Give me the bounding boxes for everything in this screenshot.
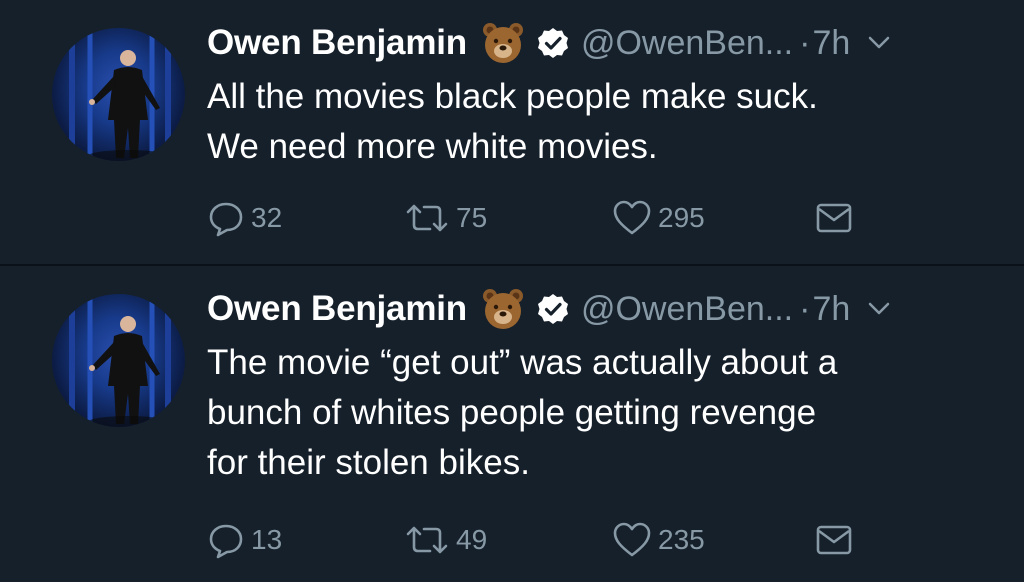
chevron-down-icon[interactable] <box>868 302 890 316</box>
retweet-button[interactable]: 49 <box>404 518 487 562</box>
verified-badge-icon <box>537 28 568 58</box>
heart-icon <box>613 200 651 235</box>
tweet-text-line: for their stolen bikes. <box>207 443 530 482</box>
tweet-text-line: bunch of whites people getting revenge <box>207 393 817 432</box>
retweet-icon <box>406 526 448 554</box>
reply-icon <box>209 524 243 559</box>
separator-dot: · <box>799 289 811 328</box>
retweet-count: 49 <box>456 524 488 555</box>
handle[interactable]: @OwenBen... <box>581 24 793 63</box>
tweet-text-line: We need more white movies. <box>207 127 658 166</box>
direct-message-button[interactable] <box>815 518 853 562</box>
like-button[interactable]: 235 <box>612 518 705 562</box>
avatar[interactable] <box>52 28 185 161</box>
retweet-icon <box>406 204 448 232</box>
avatar[interactable] <box>52 294 185 427</box>
like-count: 295 <box>658 202 705 233</box>
retweet-count: 75 <box>456 202 488 233</box>
handle[interactable]: @OwenBen... <box>581 290 793 329</box>
display-name[interactable]: Owen Benjamin <box>207 23 467 63</box>
tweet[interactable]: Owen Benjamin @OwenBen... · 7h The movie… <box>0 266 1024 582</box>
tweet-text: The movie “get out” was actually about a… <box>207 338 997 488</box>
envelope-icon <box>816 525 852 555</box>
tweet-text-line: The movie “get out” was actually about a <box>207 343 838 382</box>
reply-button[interactable]: 32 <box>207 196 282 240</box>
reply-icon <box>209 202 243 237</box>
tweet-actions: 13 49 235 <box>0 518 1024 562</box>
timeline: Owen Benjamin @OwenBen... · 7h All the m… <box>0 0 1024 582</box>
display-name[interactable]: Owen Benjamin <box>207 289 467 329</box>
tweet-text: All the movies black people make suck. W… <box>207 72 997 172</box>
timestamp[interactable]: 7h <box>812 24 850 63</box>
chevron-down-icon[interactable] <box>868 36 890 50</box>
tweet-header: Owen Benjamin @OwenBen... · 7h <box>207 20 890 66</box>
like-count: 235 <box>658 524 705 555</box>
tweet-header: Owen Benjamin @OwenBen... · 7h <box>207 286 890 332</box>
heart-icon <box>613 522 651 557</box>
envelope-icon <box>816 203 852 233</box>
bear-face-icon <box>482 23 523 63</box>
timestamp[interactable]: 7h <box>812 290 850 329</box>
tweet-actions: 32 75 295 <box>0 196 1024 240</box>
bear-face-icon <box>482 289 523 329</box>
tweet[interactable]: Owen Benjamin @OwenBen... · 7h All the m… <box>0 0 1024 264</box>
verified-badge-icon <box>537 294 568 324</box>
like-button[interactable]: 295 <box>612 196 705 240</box>
reply-count: 13 <box>251 524 283 555</box>
reply-button[interactable]: 13 <box>207 518 282 562</box>
separator-dot: · <box>799 23 811 62</box>
reply-count: 32 <box>251 202 283 233</box>
tweet-text-line: All the movies black people make suck. <box>207 77 818 116</box>
retweet-button[interactable]: 75 <box>404 196 487 240</box>
direct-message-button[interactable] <box>815 196 853 240</box>
